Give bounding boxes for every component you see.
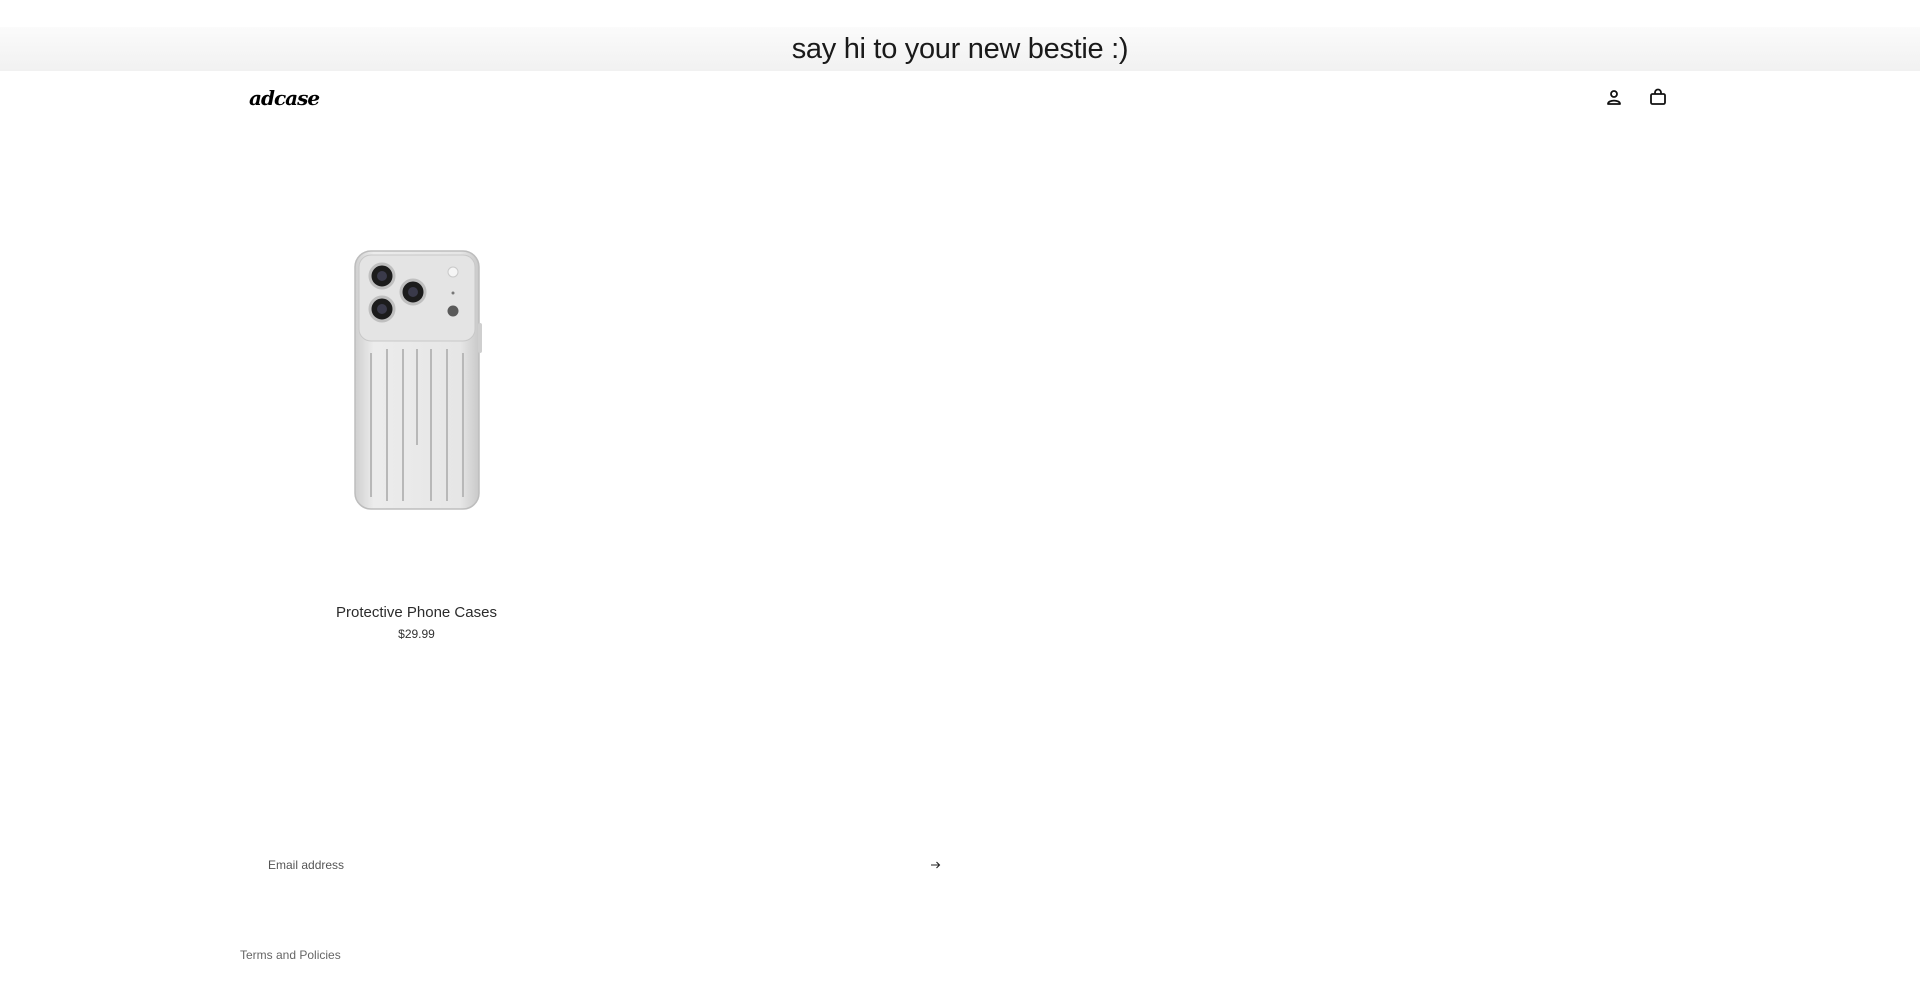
product-price: $29.99: [398, 627, 435, 641]
logo[interactable]: adcase: [249, 85, 320, 111]
newsletter-form: [252, 853, 952, 877]
arrow-right-icon[interactable]: [928, 857, 944, 873]
product-card[interactable]: Protective Phone Cases $29.99: [240, 180, 593, 650]
terms-and-policies-link[interactable]: Terms and Policies: [240, 948, 341, 962]
email-input[interactable]: [252, 853, 912, 877]
phone-case-image[interactable]: [240, 180, 593, 580]
announcement-bar: say hi to your new bestie :): [0, 27, 1920, 71]
announcement-text: say hi to your new bestie :): [791, 32, 1129, 65]
account-icon[interactable]: [1603, 86, 1625, 108]
product-title[interactable]: Protective Phone Cases: [240, 604, 593, 621]
site-header: adcase: [0, 71, 1920, 126]
cart-icon[interactable]: [1647, 86, 1669, 108]
